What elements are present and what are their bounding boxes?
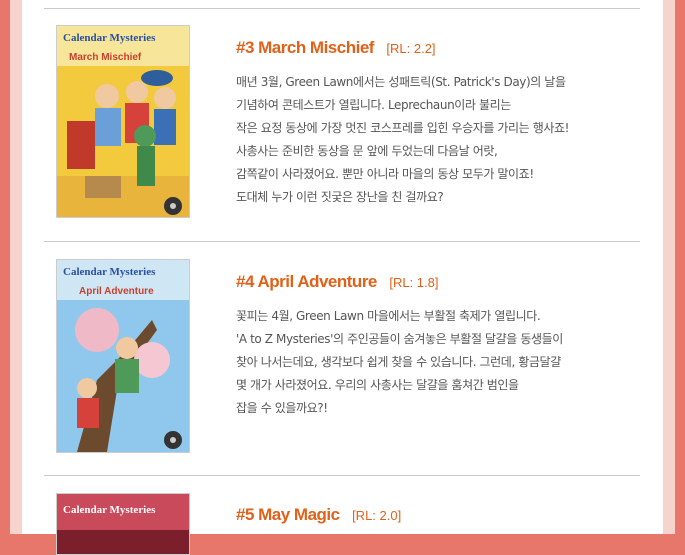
description-line: 작은 요정 동상에 가장 멋진 코스프레를 입힌 우승자를 가리는 행사죠!	[236, 121, 570, 135]
book-cover-march-mischief[interactable]: Calendar Mysteries March Mischief	[56, 25, 190, 218]
cover-series-label: Calendar Mysteries	[63, 504, 156, 516]
book-description: 꽃피는 4월, Green Lawn 마을에서는 부활절 축제가 열립니다. '…	[236, 305, 636, 420]
book-title-row: #3 March Mischief [RL: 2.2]	[236, 38, 436, 58]
book-item-april-adventure: Calendar Mysteries April Adventure #4 Ap…	[22, 242, 663, 475]
left-border-inner	[10, 0, 22, 534]
description-line: 꽃피는 4월, Green Lawn 마을에서는 부활절 축제가 열립니다.	[236, 309, 541, 323]
book-item-may-magic: Calendar Mysteries #5 May Magic [RL: 2.0…	[22, 476, 663, 555]
description-line: 기념하여 콘테스트가 열립니다. Leprechaun이라 불리는	[236, 98, 511, 112]
book-title[interactable]: #4 April Adventure	[236, 272, 377, 291]
description-line: 사총사는 준비한 동상을 문 앞에 두었는데 다음날 어랏,	[236, 144, 498, 158]
book-cover-april-adventure[interactable]: Calendar Mysteries April Adventure	[56, 259, 190, 453]
description-line: 매년 3월, Green Lawn에서는 성패트릭(St. Patrick's …	[236, 75, 566, 89]
reading-level: [RL: 2.2]	[386, 41, 436, 56]
right-border-inner	[663, 0, 675, 534]
right-border	[675, 0, 685, 534]
cover-title-label: March Mischief	[69, 52, 142, 63]
reading-level: [RL: 1.8]	[389, 275, 439, 290]
cover-title-label: April Adventure	[79, 286, 154, 297]
description-line: 잡을 수 있을까요?!	[236, 401, 328, 415]
cover-series-label: Calendar Mysteries	[63, 32, 156, 44]
book-title-row: #4 April Adventure [RL: 1.8]	[236, 272, 438, 292]
cover-series-label: Calendar Mysteries	[63, 266, 156, 278]
book-title-row: #5 May Magic [RL: 2.0]	[236, 505, 401, 525]
book-list-panel: Calendar Mysteries March Mischief #3 Mar…	[22, 0, 663, 555]
reading-level: [RL: 2.0]	[352, 508, 402, 523]
description-line: 감쪽같이 사라졌어요. 뿐만 아니라 마을의 동상 모두가 말이죠!	[236, 167, 534, 181]
description-line: 'A to Z Mysteries'의 주인공들이 숨겨놓은 부활절 달걀을 동…	[236, 332, 563, 346]
book-title[interactable]: #5 May Magic	[236, 505, 340, 524]
book-title[interactable]: #3 March Mischief	[236, 38, 374, 57]
description-line: 몇 개가 사라졌어요. 우리의 사총사는 달걀을 훔쳐간 범인을	[236, 378, 519, 392]
description-line: 도대체 누가 이런 짓궂은 장난을 친 걸까요?	[236, 190, 444, 204]
book-cover-may-magic[interactable]: Calendar Mysteries	[56, 493, 190, 555]
book-item-march-mischief: Calendar Mysteries March Mischief #3 Mar…	[22, 9, 663, 242]
left-border	[0, 0, 10, 534]
description-line: 찾아 나서는데요, 생각보다 쉽게 찾을 수 있습니다. 그런데, 황금달걀	[236, 355, 561, 369]
book-description: 매년 3월, Green Lawn에서는 성패트릭(St. Patrick's …	[236, 71, 636, 209]
